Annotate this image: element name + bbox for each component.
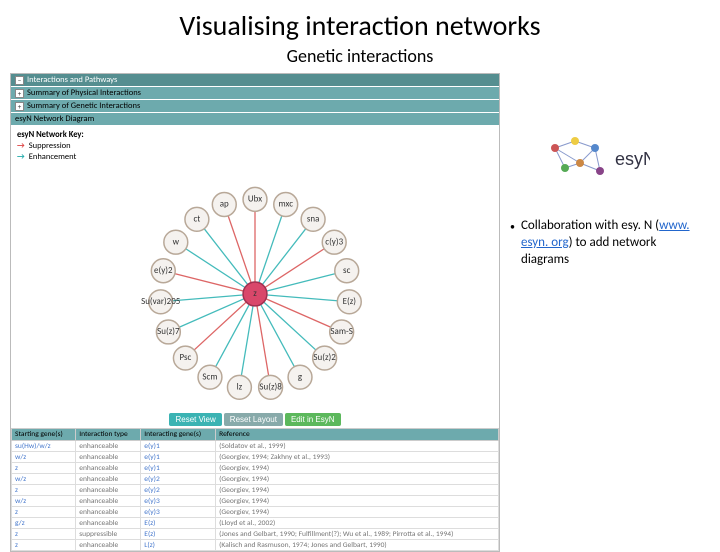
svg-text:sc: sc — [343, 265, 351, 276]
svg-text:c(y)3: c(y)3 — [325, 236, 343, 247]
expand-icon[interactable]: + — [15, 89, 24, 98]
svg-text:esyN: esyN — [615, 149, 650, 169]
svg-text:w: w — [173, 236, 180, 247]
network-diagram[interactable]: Ubxmxcsnac(y)3scE(z)Sam-SSu(z)2gSu(z)8lz… — [11, 166, 499, 411]
table-row: zenhanceablee(y)1(Georgiev, 1994) — [12, 463, 499, 474]
table-row: g/zenhanceableE(z)(Lloyd et al., 2002) — [12, 518, 499, 529]
svg-text:lz: lz — [237, 381, 243, 392]
svg-text:mxc: mxc — [278, 199, 293, 210]
network-panel: −Interactions and Pathways +Summary of P… — [10, 73, 500, 552]
edit-esyn-button[interactable]: Edit in EsyN — [285, 413, 341, 426]
table-row: su(Hw)/w/zenhanceablee(y)1(Soldatov et a… — [12, 441, 499, 452]
svg-text:Psc: Psc — [180, 352, 192, 363]
table-row: w/zenhanceablee(y)3(Georgiev, 1994) — [12, 496, 499, 507]
suppression-arrow-icon: → — [17, 141, 25, 151]
svg-text:ap: ap — [220, 199, 229, 210]
header-physical[interactable]: +Summary of Physical Interactions — [11, 87, 499, 100]
reset-view-button[interactable]: Reset View — [169, 413, 221, 426]
table-header: Interaction type — [76, 429, 141, 441]
table-row: zenhanceablee(y)2(Georgiev, 1994) — [12, 485, 499, 496]
svg-text:sna: sna — [307, 213, 320, 224]
reset-layout-button[interactable]: Reset Layout — [224, 413, 283, 426]
collapse-icon[interactable]: − — [15, 76, 24, 85]
svg-text:e(y)2: e(y)2 — [154, 265, 173, 276]
svg-text:z: z — [253, 288, 257, 299]
expand-icon[interactable]: + — [15, 102, 24, 111]
slide-subtitle: Genetic interactions — [0, 45, 720, 67]
svg-text:Su(z)8: Su(z)8 — [259, 381, 282, 392]
svg-text:ct: ct — [193, 213, 200, 224]
header-genetic[interactable]: +Summary of Genetic Interactions — [11, 100, 499, 113]
table-header: Starting gene(s) — [12, 429, 76, 441]
svg-text:Su(z)2: Su(z)2 — [313, 352, 336, 363]
enhancement-arrow-icon: → — [17, 152, 25, 162]
svg-text:E(z): E(z) — [343, 296, 357, 307]
svg-text:Su(var)205: Su(var)205 — [141, 296, 181, 307]
esyn-logo: esyN — [540, 133, 650, 188]
table-header: Interacting gene(s) — [141, 429, 216, 441]
header-esyn[interactable]: esyN Network Diagram — [11, 113, 499, 126]
table-row: w/zenhanceablee(y)2(Georgiev, 1994) — [12, 474, 499, 485]
table-row: zsuppressibleE(z)(Jones and Gelbart, 199… — [12, 529, 499, 540]
table-header: Reference — [216, 429, 499, 441]
svg-text:Ubx: Ubx — [248, 194, 262, 205]
table-row: w/zenhanceablee(y)1(Georgiev, 1994; Zakh… — [12, 452, 499, 463]
header-interactions[interactable]: −Interactions and Pathways — [11, 74, 499, 87]
svg-text:Sam-S: Sam-S — [330, 326, 352, 337]
table-row: zenhanceablee(y)3(Georgiev, 1994) — [12, 507, 499, 518]
bullet-collaboration: • Collaboration with esy. N (www. esyn. … — [510, 218, 700, 269]
table-row: zenhanceableL(z)(Kalisch and Rasmuson, 1… — [12, 540, 499, 551]
svg-text:Su(z)7: Su(z)7 — [157, 326, 180, 337]
slide-title: Visualising interaction networks — [0, 8, 720, 43]
interactions-table: Starting gene(s)Interaction typeInteract… — [11, 428, 499, 551]
bullet-icon: • — [510, 220, 515, 269]
svg-text:Scm: Scm — [202, 371, 217, 382]
network-key: esyN Network Key: →Suppression →Enhancem… — [11, 126, 499, 166]
